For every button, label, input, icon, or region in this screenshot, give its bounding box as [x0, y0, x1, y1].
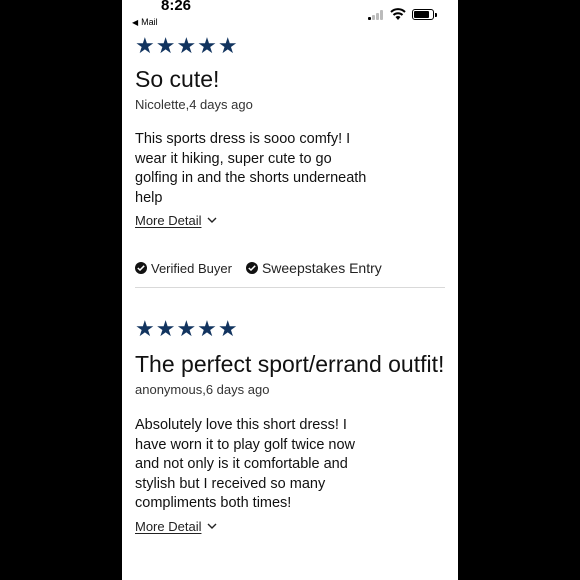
back-to-mail-link[interactable]: ◀ Mail [132, 17, 158, 27]
review-byline: Nicolette,4 days ago [135, 97, 253, 112]
review-title: The perfect sport/errand outfit! [135, 351, 445, 377]
review-body: Absolutely love this short dress! I have… [135, 417, 356, 511]
more-detail-link[interactable]: More Detail [135, 519, 217, 534]
check-circle-icon [245, 262, 258, 274]
review-card: ★★★★★ So cute! Nicolette,4 days ago This… [135, 35, 445, 276]
review-byline: anonymous,6 days ago [135, 382, 270, 397]
more-detail-label: More Detail [135, 213, 202, 228]
review-card: ★★★★★ The perfect sport/errand outfit! a… [135, 318, 445, 536]
rating-stars: ★★★★★ [135, 316, 239, 341]
back-triangle-icon: ◀ [132, 18, 139, 27]
chevron-down-icon [207, 217, 217, 223]
back-label: Mail [141, 17, 158, 27]
sweepstakes-entry-label: Sweepstakes Entry [261, 260, 382, 276]
status-time: 8:26 [161, 0, 192, 14]
status-bar: 8:26 ◀ Mail [122, 0, 458, 30]
phone-screen: 8:26 ◀ Mail ★★★★★ So cute! Nicolette,4 da… [122, 0, 458, 580]
check-circle-icon [135, 262, 147, 274]
more-detail-link[interactable]: More Detail [135, 213, 217, 228]
verified-buyer-badge: Verified Buyer [135, 261, 232, 276]
review-badges: Verified Buyer Sweepstakes Entry [135, 260, 445, 276]
review-divider [135, 287, 445, 288]
chevron-down-icon [207, 523, 217, 529]
more-detail-label: More Detail [135, 518, 202, 534]
battery-icon [412, 9, 437, 20]
cellular-signal-icon [368, 10, 385, 20]
wifi-icon [390, 8, 406, 20]
rating-stars: ★★★★★ [135, 33, 239, 58]
sweepstakes-entry-badge: Sweepstakes Entry [245, 260, 382, 276]
review-body: This sports dress is sooo comfy! I wear … [135, 131, 367, 206]
verified-buyer-label: Verified Buyer [151, 260, 232, 276]
review-title: So cute! [135, 66, 220, 92]
